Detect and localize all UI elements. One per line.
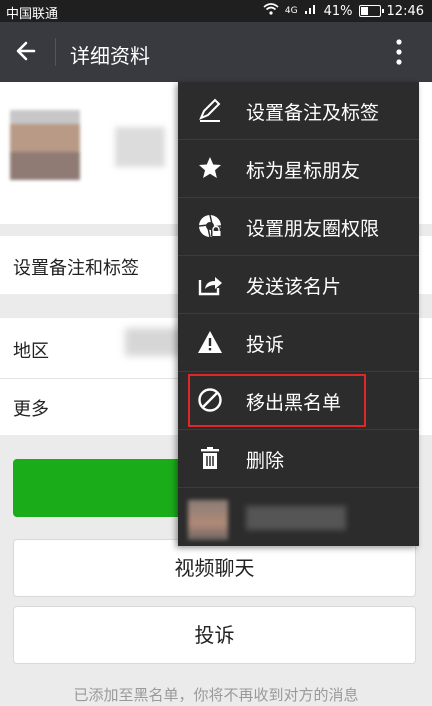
signal-icon [304, 3, 318, 19]
menu-item-delete[interactable]: 删除 [178, 430, 419, 488]
menu-label: 删除 [246, 450, 285, 472]
share-icon [198, 277, 222, 296]
battery-percent: 41% [323, 3, 353, 19]
menu-label: 投诉 [246, 334, 285, 356]
title-bar: 详细资料 [0, 22, 432, 82]
highlight-box [188, 374, 366, 427]
status-right: 4G 41% 12:46 [263, 3, 424, 19]
pencil-icon [199, 98, 221, 122]
signal-label: 4G [284, 6, 298, 16]
camera-aperture-icon [198, 214, 222, 238]
blurred-name [115, 127, 165, 167]
menu-item-moments-permission[interactable]: 设置朋友圈权限 [178, 198, 419, 256]
menu-label: 标为星标朋友 [246, 160, 361, 182]
overflow-menu: 设置备注及标签 标为星标朋友 设置朋友圈权限 发送该名片 投诉 移出黑名单 删除 [178, 82, 419, 546]
title-separator [55, 38, 56, 66]
row-label: 设置备注和标签 [13, 258, 139, 279]
vertical-dots-icon [396, 39, 402, 65]
warning-icon [198, 331, 222, 353]
page-title: 详细资料 [70, 44, 150, 68]
video-call-button[interactable]: 视频聊天 [13, 539, 416, 597]
blurred-avatar [188, 500, 228, 540]
wifi-icon [263, 3, 279, 19]
menu-item-star[interactable]: 标为星标朋友 [178, 140, 419, 198]
menu-label: 设置朋友圈权限 [246, 218, 380, 240]
star-icon [199, 157, 221, 178]
arrow-left-icon [16, 41, 36, 61]
menu-item-send-card[interactable]: 发送该名片 [178, 256, 419, 314]
more-menu-button[interactable] [384, 36, 414, 68]
row-label: 地区 [13, 341, 49, 362]
menu-item-report[interactable]: 投诉 [178, 314, 419, 372]
blacklist-note: 已添加至黑名单，你将不再收到对方的消息 [73, 686, 359, 704]
status-bar: 中国联通 4G 41% 12:46 [0, 0, 432, 22]
trash-icon [201, 447, 219, 469]
carrier-name: 中国联通 [6, 7, 59, 22]
clock: 12:46 [386, 3, 424, 19]
battery-icon [358, 5, 384, 17]
menu-item-set-remark[interactable]: 设置备注及标签 [178, 82, 419, 140]
menu-label: 发送该名片 [246, 276, 342, 298]
row-label: 更多 [13, 399, 49, 420]
blurred-region-value [125, 328, 185, 356]
menu-label: 设置备注及标签 [246, 102, 380, 124]
menu-footer-blurred [178, 488, 419, 546]
report-button[interactable]: 投诉 [13, 606, 416, 664]
back-button[interactable] [12, 36, 42, 66]
blurred-text [246, 506, 346, 530]
avatar[interactable] [10, 110, 80, 180]
